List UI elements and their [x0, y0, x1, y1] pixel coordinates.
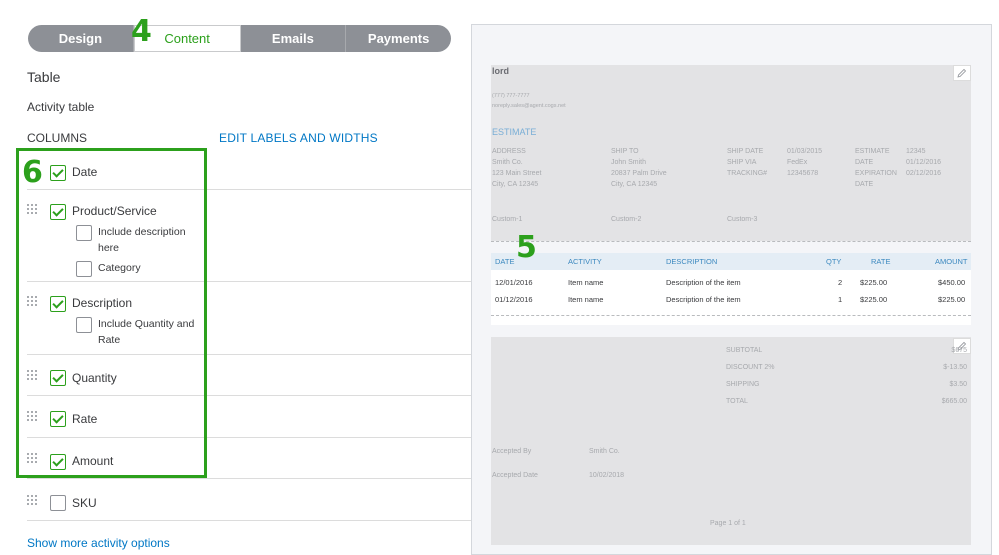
estimate-preview: lord (777) 777-7777 noreply.sales@agent.… — [471, 24, 992, 555]
accepted-date-label: Accepted Date — [492, 472, 538, 479]
tab-design[interactable]: Design — [28, 25, 134, 52]
document-title: ESTIMATE — [492, 127, 537, 137]
table-cell: $450.00 — [938, 278, 966, 287]
columns-highlight-box — [16, 148, 207, 478]
totals-labels: SUBTOTAL DISCOUNT 2% SHIPPING TOTAL — [726, 347, 775, 405]
table-row: 12/01/2016 — [495, 278, 533, 287]
ship-values: 01/03/2015 FedEx 12345678 — [787, 148, 823, 177]
accepted-by-value: Smith Co. — [589, 448, 620, 455]
tab-emails[interactable]: Emails — [241, 25, 347, 52]
activity-table-header[interactable] — [491, 253, 971, 270]
table-cell: Description of the item — [666, 278, 741, 287]
sku-checkbox[interactable] — [50, 495, 66, 511]
table-row: 01/12/2016 — [495, 295, 533, 304]
custom-field-1: Custom-1 — [492, 216, 523, 223]
table-cell: $225.00 — [860, 278, 888, 287]
subsection-title: Activity table — [27, 100, 95, 114]
totals-values: $675 $-13.50 $3.50 $665.00 — [941, 347, 967, 405]
estimate-labels: ESTIMATE DATE EXPIRATION DATE — [855, 148, 897, 188]
show-more-activity-options-link[interactable]: Show more activity options — [27, 536, 170, 550]
ship-labels: SHIP DATE SHIP VIA TRACKING# — [727, 148, 768, 177]
custom-field-2: Custom-2 — [611, 216, 642, 223]
accepted-by-label: Accepted By — [492, 448, 532, 455]
table-cell: Item name — [568, 295, 604, 304]
table-cell: $225.00 — [938, 295, 966, 304]
table-header-date: DATE — [495, 257, 515, 266]
table-header-description: DESCRIPTION — [666, 257, 718, 266]
edit-labels-widths-link[interactable]: EDIT LABELS AND WIDTHS — [219, 131, 378, 145]
address-block: ADDRESS Smith Co. 123 Main Street City, … — [492, 148, 542, 188]
tab-payments[interactable]: Payments — [346, 25, 451, 52]
section-title: Table — [27, 69, 61, 85]
estimate-values: 12345 01/12/2016 02/12/2016 — [906, 148, 942, 177]
drag-handle-icon[interactable] — [27, 495, 37, 507]
table-cell: Item name — [568, 278, 604, 287]
table-cell: $225.00 — [860, 295, 888, 304]
table-cell: 2 — [838, 278, 843, 287]
table-header-activity: ACTIVITY — [568, 257, 602, 266]
table-cell: Description of the item — [666, 295, 741, 304]
content-tabs: Design Content Emails Payments — [28, 25, 451, 52]
table-header-amount: AMOUNT — [935, 257, 968, 266]
columns-header: COLUMNS — [27, 131, 88, 145]
callout-number-table: 5 — [516, 230, 537, 265]
company-email: noreply.sales@agent.cogs.net — [492, 103, 566, 109]
page-number: Page 1 of 1 — [710, 520, 746, 527]
callout-number-tabs: 4 — [131, 14, 152, 49]
table-header-qty: QTY — [826, 257, 842, 266]
accepted-date-value: 10/02/2018 — [589, 472, 625, 479]
custom-field-3: Custom-3 — [727, 216, 758, 223]
table-cell: 1 — [838, 295, 843, 304]
table-header-rate: RATE — [871, 257, 891, 266]
company-name: lord — [492, 66, 509, 76]
column-row-sku: SKU — [27, 479, 471, 521]
edit-pencil-icon[interactable] — [953, 65, 971, 81]
sku-label: SKU — [72, 496, 97, 510]
ship-to-block: SHIP TO John Smith 20837 Palm Drive City… — [611, 148, 667, 188]
